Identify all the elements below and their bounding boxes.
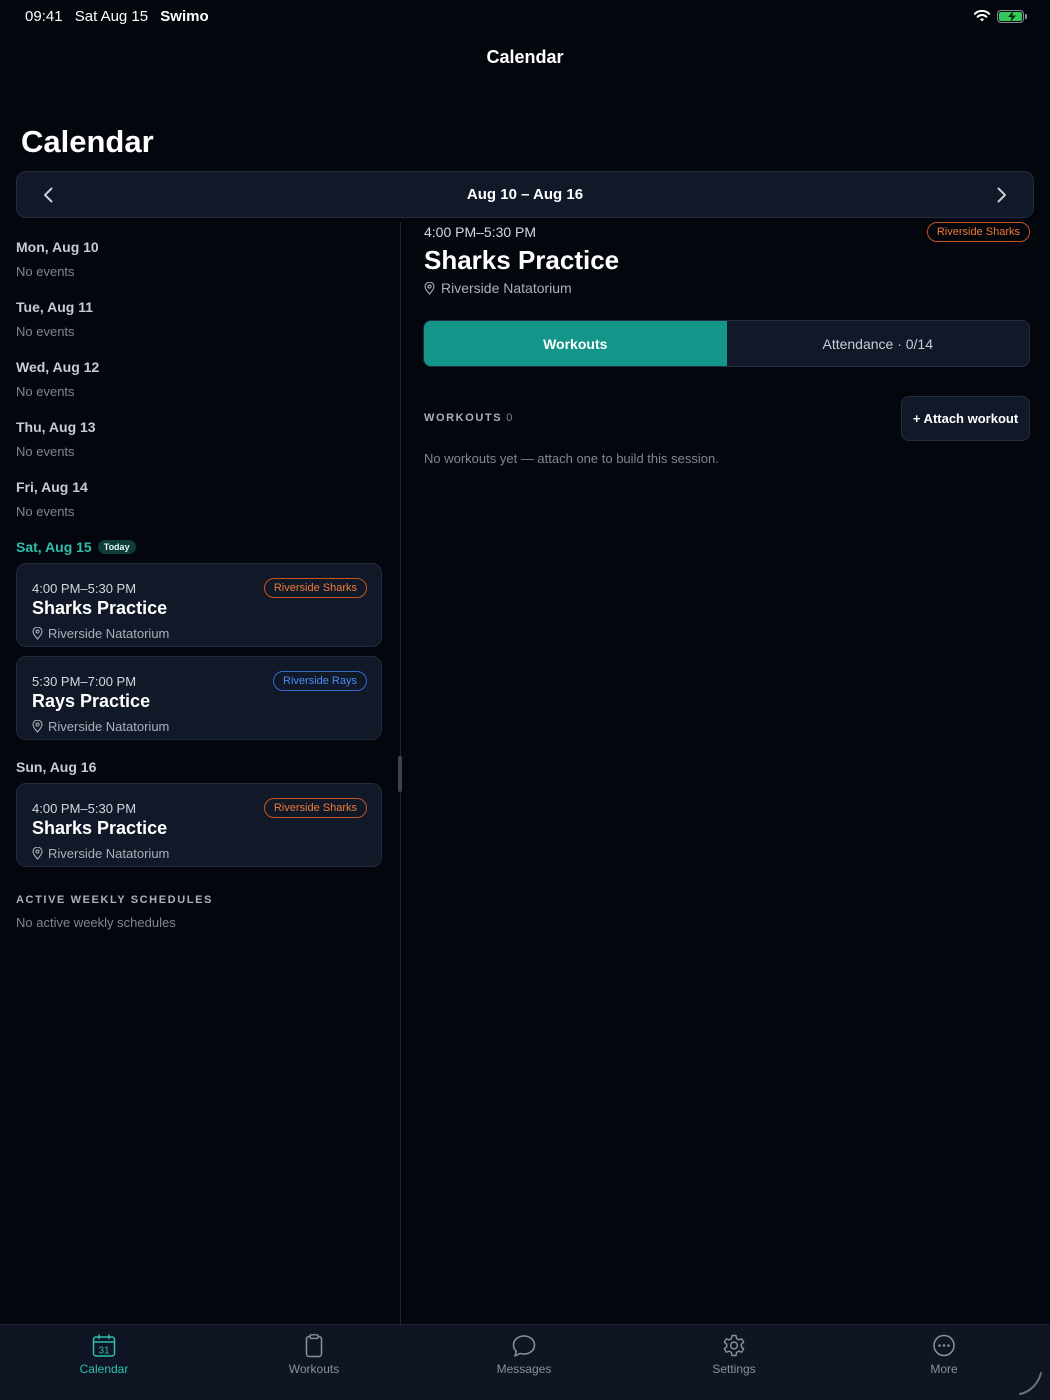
event-location: Riverside Natatorium (32, 626, 169, 641)
event-title: Sharks Practice (32, 598, 168, 618)
tab-attendance[interactable]: Attendance · 0/14 (727, 321, 1030, 366)
team-badge: Riverside Rays (273, 671, 367, 691)
event-location: Riverside Natatorium (32, 719, 169, 734)
event-location-text: Riverside Natatorium (48, 846, 170, 861)
tab-workouts[interactable]: Workouts (424, 321, 727, 366)
location-pin-icon (424, 281, 435, 295)
status-app-name: Swimo (160, 8, 209, 25)
week-navigator: Aug 10 – Aug 16 (16, 171, 1034, 218)
more-dots-icon (933, 1334, 955, 1357)
detail-location-text: Riverside Natatorium (441, 280, 572, 296)
day-title: Sun, Aug 16 (16, 759, 97, 775)
tabbar-label: More (930, 1362, 958, 1376)
weekly-schedules-empty: No active weekly schedules (16, 915, 176, 930)
workouts-empty-text: No workouts yet — attach one to build th… (424, 451, 719, 466)
event-location: Riverside Natatorium (32, 846, 169, 861)
workouts-heading-label: WORKOUTS (424, 412, 503, 424)
tabbar-label: Workouts (288, 1362, 340, 1376)
event-card-rays-sat[interactable]: 5:30 PM–7:00 PM Riverside Rays Rays Prac… (16, 656, 382, 740)
corner-gesture-indicator (1019, 1372, 1042, 1395)
status-left: 09:41 Sat Aug 15 Swimo (25, 8, 217, 25)
pane-resize-handle[interactable] (398, 756, 402, 792)
day-empty-text: No events (16, 264, 75, 279)
team-badge: Riverside Sharks (263, 798, 367, 818)
detail-title: Sharks Practice (424, 245, 620, 275)
today-badge: Today (97, 540, 136, 554)
team-badge: Riverside Sharks (263, 578, 367, 598)
charging-bolt-icon (1008, 10, 1016, 22)
day-section-mon: Mon, Aug 10 No events (16, 239, 99, 279)
workouts-heading: WORKOUTS 0 (424, 412, 514, 424)
status-date: Sat Aug 15 (74, 8, 149, 25)
tabbar-more[interactable]: More (884, 1333, 1004, 1376)
event-time: 4:00 PM–5:30 PM (32, 801, 137, 816)
day-section-sat: Sat, Aug 15 Today (16, 539, 136, 555)
workouts-count: 0 (506, 412, 514, 424)
clipboard-icon (305, 1334, 323, 1358)
location-pin-icon (32, 847, 43, 860)
tabbar-messages[interactable]: Messages (464, 1333, 584, 1376)
detail-team-badge: Riverside Sharks (926, 222, 1030, 242)
day-empty-text: No events (16, 504, 75, 519)
today-day-label: Sat, Aug 15 (16, 539, 92, 555)
detail-location: Riverside Natatorium (424, 280, 572, 296)
chevron-right-icon[interactable] (990, 184, 1012, 206)
attach-workout-button[interactable]: + Attach workout (901, 396, 1030, 441)
event-location-text: Riverside Natatorium (48, 719, 170, 734)
page-title: Calendar (21, 124, 154, 159)
tabbar-label: Calendar (79, 1362, 129, 1376)
calendar-icon-day: 31 (98, 1346, 110, 1357)
event-card-sharks-sun[interactable]: 4:00 PM–5:30 PM Riverside Sharks Sharks … (16, 783, 382, 867)
day-title: Tue, Aug 11 (16, 299, 94, 315)
detail-segmented-control: Workouts Attendance · 0/14 (423, 320, 1030, 367)
event-time: 5:30 PM–7:00 PM (32, 674, 137, 689)
day-section-tue: Tue, Aug 11 No events (16, 299, 93, 339)
day-title-today: Sat, Aug 15 Today (16, 539, 136, 555)
nav-title: Calendar (486, 47, 564, 67)
tab-bar: 31 Calendar Workouts Messages Settings M… (0, 1324, 1050, 1400)
day-section-fri: Fri, Aug 14 No events (16, 479, 88, 519)
tabbar-workouts[interactable]: Workouts (254, 1333, 374, 1376)
day-title: Thu, Aug 13 (16, 419, 96, 435)
location-pin-icon (32, 627, 43, 640)
day-title: Fri, Aug 14 (16, 479, 88, 495)
chat-bubble-icon (512, 1335, 536, 1357)
status-bar: 09:41 Sat Aug 15 Swimo (0, 0, 1050, 34)
location-pin-icon (32, 720, 43, 733)
day-title: Wed, Aug 12 (16, 359, 100, 375)
calendar-icon: 31 (92, 1334, 116, 1357)
battery-icon (997, 9, 1027, 23)
day-section-wed: Wed, Aug 12 No events (16, 359, 99, 399)
event-title: Sharks Practice (32, 818, 168, 838)
day-title: Mon, Aug 10 (16, 239, 99, 255)
tabbar-label: Messages (496, 1362, 552, 1376)
detail-time: 4:00 PM–5:30 PM (424, 224, 537, 240)
event-title: Rays Practice (32, 691, 151, 711)
tabbar-settings[interactable]: Settings (674, 1333, 794, 1376)
day-empty-text: No events (16, 444, 75, 459)
event-card-sharks-sat[interactable]: 4:00 PM–5:30 PM Riverside Sharks Sharks … (16, 563, 382, 647)
day-empty-text: No events (16, 384, 75, 399)
status-time: 09:41 (25, 8, 63, 25)
weekly-schedules-heading: ACTIVE WEEKLY SCHEDULES (16, 894, 213, 906)
tabbar-calendar[interactable]: 31 Calendar (44, 1333, 164, 1376)
status-right (973, 9, 1027, 23)
wifi-icon (973, 9, 991, 22)
tabbar-label: Settings (712, 1362, 756, 1376)
gear-icon (723, 1334, 745, 1357)
day-section-thu: Thu, Aug 13 No events (16, 419, 96, 459)
event-location-text: Riverside Natatorium (48, 626, 170, 641)
week-range-label: Aug 10 – Aug 16 (466, 186, 584, 203)
event-time: 4:00 PM–5:30 PM (32, 581, 137, 596)
day-empty-text: No events (16, 324, 75, 339)
day-section-sun: Sun, Aug 16 (16, 759, 96, 775)
